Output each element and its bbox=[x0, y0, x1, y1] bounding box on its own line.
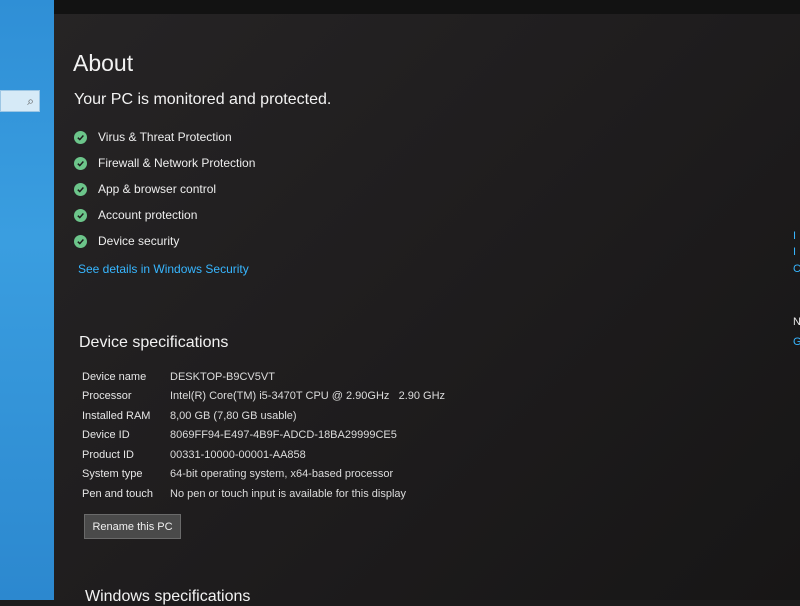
protection-list: Virus & Threat Protection Firewall & Net… bbox=[74, 124, 255, 254]
check-circle-icon bbox=[74, 208, 87, 222]
spec-row: Pen and touch No pen or touch input is a… bbox=[82, 484, 445, 504]
spec-key: System type bbox=[82, 468, 143, 481]
spec-key: Device name bbox=[82, 370, 147, 383]
protection-item-device-security: Device security bbox=[74, 228, 255, 254]
spec-key: Device ID bbox=[82, 429, 130, 442]
partial-link-glyph[interactable]: I bbox=[793, 246, 796, 258]
spec-key: Product ID bbox=[82, 448, 134, 461]
spec-value: 8069FF94-E497-4B9F-ADCD-18BA29999CE5 bbox=[170, 429, 397, 442]
check-circle-icon bbox=[74, 156, 87, 170]
rename-pc-button[interactable]: Rename this PC bbox=[84, 514, 181, 539]
spec-key: Pen and touch bbox=[82, 487, 153, 500]
about-panel bbox=[54, 0, 800, 600]
device-specs-heading: Device specifications bbox=[79, 334, 229, 351]
spec-row: Device ID 8069FF94-E497-4B9F-ADCD-18BA29… bbox=[82, 426, 445, 446]
title-bar bbox=[54, 0, 800, 14]
device-specs-table: Device name DESKTOP-B9CV5VT Processor In… bbox=[82, 367, 445, 504]
spec-row: Product ID 00331-10000-00001-AA858 bbox=[82, 445, 445, 465]
spec-value: 00331-10000-00001-AA858 bbox=[170, 448, 306, 461]
protection-label: Firewall & Network Protection bbox=[98, 156, 256, 170]
spec-value: No pen or touch input is available for t… bbox=[170, 487, 407, 500]
spec-row: Installed RAM 8,00 GB (7,80 GB usable) bbox=[82, 406, 445, 426]
search-input[interactable]: ⌕ bbox=[0, 90, 40, 112]
spec-row: Device name DESKTOP-B9CV5VT bbox=[82, 367, 445, 387]
protection-item-app-browser: App & browser control bbox=[74, 176, 255, 202]
windows-security-link[interactable]: See details in Windows Security bbox=[78, 262, 249, 276]
security-status-heading: Your PC is monitored and protected. bbox=[74, 91, 332, 108]
spec-value: 64-bit operating system, x64-based proce… bbox=[170, 468, 394, 481]
check-circle-icon bbox=[74, 130, 87, 144]
partial-link-glyph[interactable]: I bbox=[793, 230, 796, 242]
partial-link-glyph[interactable]: G bbox=[793, 336, 800, 348]
protection-label: Virus & Threat Protection bbox=[98, 130, 232, 144]
protection-item-account: Account protection bbox=[74, 202, 255, 228]
windows-specs-heading: Windows specifications bbox=[85, 588, 251, 605]
partial-heading-glyph: N bbox=[793, 316, 800, 328]
protection-item-virus: Virus & Threat Protection bbox=[74, 124, 255, 150]
spec-key: Processor bbox=[82, 390, 132, 403]
check-circle-icon bbox=[74, 234, 87, 248]
page-title: About bbox=[73, 50, 134, 76]
protection-label: Device security bbox=[98, 234, 180, 248]
spec-value: 8,00 GB (7,80 GB usable) bbox=[170, 409, 297, 422]
spec-row: Processor Intel(R) Core(TM) i5-3470T CPU… bbox=[82, 387, 445, 407]
spec-key: Installed RAM bbox=[82, 409, 151, 422]
check-circle-icon bbox=[74, 182, 87, 196]
related-settings-partial: I I C N G bbox=[793, 0, 800, 600]
spec-value: Intel(R) Core(TM) i5-3470T CPU @ 2.90GHz… bbox=[170, 390, 446, 403]
protection-label: Account protection bbox=[98, 208, 198, 222]
spec-value: DESKTOP-B9CV5VT bbox=[170, 370, 275, 383]
partial-link-glyph[interactable]: C bbox=[793, 263, 800, 275]
protection-item-firewall: Firewall & Network Protection bbox=[74, 150, 255, 176]
search-icon[interactable]: ⌕ bbox=[27, 94, 34, 109]
protection-label: App & browser control bbox=[98, 182, 217, 196]
spec-row: System type 64-bit operating system, x64… bbox=[82, 465, 445, 485]
